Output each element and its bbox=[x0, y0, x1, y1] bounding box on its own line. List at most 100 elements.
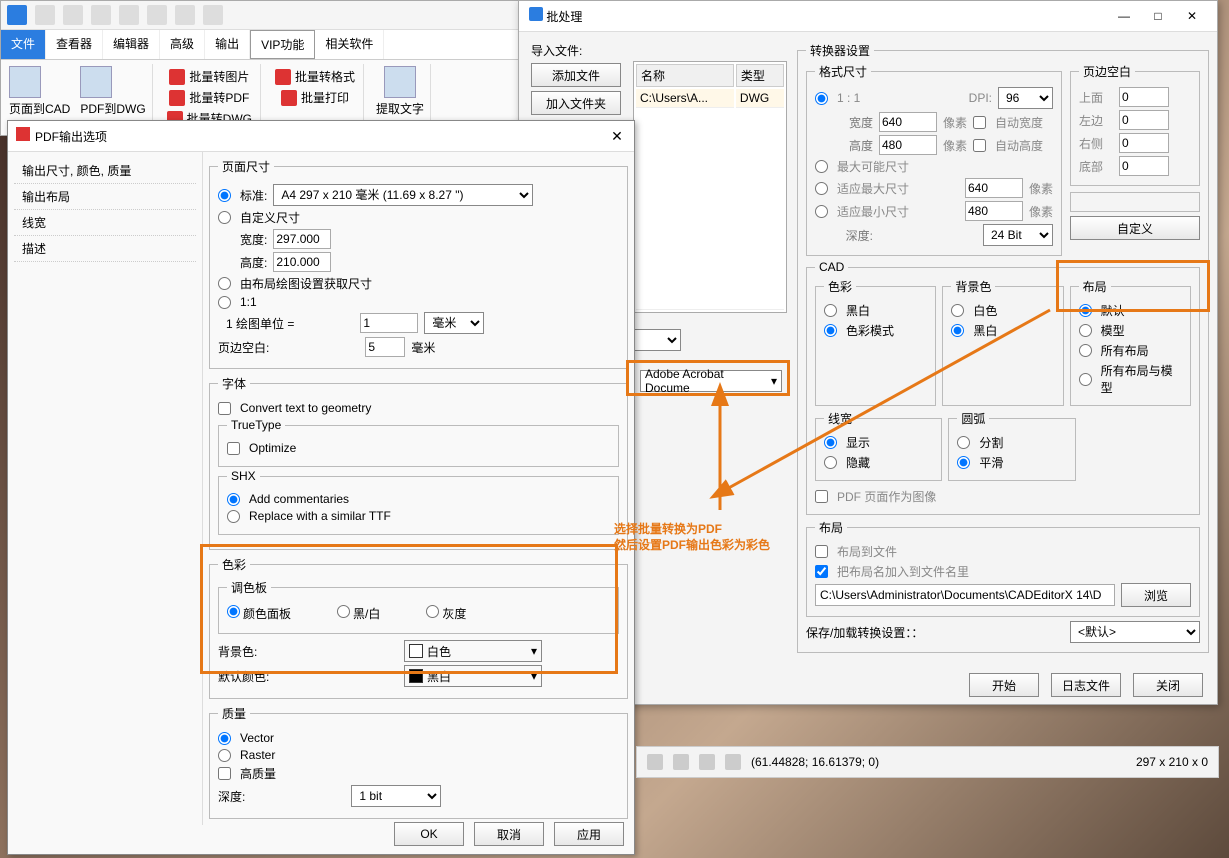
export-icon[interactable] bbox=[119, 5, 139, 25]
palette-color-radio[interactable] bbox=[227, 605, 240, 618]
undo-icon[interactable] bbox=[175, 5, 195, 25]
replace-ttf-radio[interactable] bbox=[227, 510, 240, 523]
maximize-button[interactable]: □ bbox=[1143, 9, 1173, 23]
cad-bw-radio[interactable] bbox=[824, 304, 837, 317]
print-icon[interactable] bbox=[147, 5, 167, 25]
ortho-icon[interactable] bbox=[699, 754, 715, 770]
bg-black-radio[interactable] bbox=[951, 324, 964, 337]
tab-related[interactable]: 相关软件 bbox=[315, 30, 384, 59]
new-icon[interactable] bbox=[35, 5, 55, 25]
batch-print[interactable]: 批量打印 bbox=[279, 87, 351, 108]
table-row[interactable]: C:\Users\A...DWG bbox=[636, 89, 784, 108]
start-button[interactable]: 开始 bbox=[969, 673, 1039, 697]
default-color-select[interactable]: 黑白▾ bbox=[404, 665, 542, 687]
save-icon[interactable] bbox=[91, 5, 111, 25]
nav-description[interactable]: 描述 bbox=[14, 236, 196, 262]
add-folder-button[interactable]: 加入文件夹 bbox=[531, 91, 621, 115]
draw-icon[interactable] bbox=[725, 754, 741, 770]
file-table[interactable]: 名称类型 C:\Users\A...DWG bbox=[633, 61, 787, 313]
minimize-button[interactable]: — bbox=[1109, 9, 1139, 23]
margin-input[interactable] bbox=[365, 337, 405, 357]
add-commentaries-radio[interactable] bbox=[227, 493, 240, 506]
tab-vip[interactable]: VIP功能 bbox=[250, 30, 315, 59]
hq-check[interactable] bbox=[218, 767, 231, 780]
cad-colormode-radio[interactable] bbox=[824, 324, 837, 337]
save-load-select[interactable]: <默认> bbox=[1070, 621, 1200, 643]
output-format-select[interactable]: Adobe Acrobat Docume▾ bbox=[640, 370, 782, 392]
log-button[interactable]: 日志文件 bbox=[1051, 673, 1121, 697]
batch-to-pdf[interactable]: 批量转PDF bbox=[167, 87, 251, 108]
add-file-button[interactable]: 添加文件 bbox=[531, 63, 621, 87]
optimize-check[interactable] bbox=[227, 442, 240, 455]
palette-gray-radio[interactable] bbox=[426, 605, 439, 618]
output-path-input[interactable] bbox=[815, 584, 1115, 606]
margin-right-input[interactable] bbox=[1119, 133, 1169, 153]
margin-bottom-input[interactable] bbox=[1119, 156, 1169, 176]
extract-text-icon[interactable] bbox=[384, 66, 416, 98]
tab-editor[interactable]: 编辑器 bbox=[103, 30, 160, 59]
tab-file[interactable]: 文件 bbox=[1, 30, 46, 59]
custom-radio[interactable] bbox=[218, 211, 231, 224]
from-layout-radio[interactable] bbox=[218, 277, 231, 290]
redo-icon[interactable] bbox=[203, 5, 223, 25]
close-button[interactable]: ✕ bbox=[1177, 9, 1207, 23]
arc-split-radio[interactable] bbox=[957, 436, 970, 449]
fit-max-radio[interactable] bbox=[815, 182, 828, 195]
layout-model-radio[interactable] bbox=[1079, 324, 1092, 337]
ratio-1-1[interactable] bbox=[815, 92, 828, 105]
fit-min-input[interactable] bbox=[965, 201, 1023, 221]
tab-output[interactable]: 输出 bbox=[205, 30, 250, 59]
auto-width-check[interactable] bbox=[973, 116, 986, 129]
vector-radio[interactable] bbox=[218, 732, 231, 745]
standard-radio[interactable] bbox=[218, 189, 231, 202]
page-width-input[interactable] bbox=[273, 229, 331, 249]
width-input[interactable] bbox=[879, 112, 937, 132]
layout-name-check[interactable] bbox=[815, 565, 828, 578]
lw-show-radio[interactable] bbox=[824, 436, 837, 449]
raster-radio[interactable] bbox=[218, 749, 231, 762]
tab-advanced[interactable]: 高级 bbox=[160, 30, 205, 59]
fit-max-input[interactable] bbox=[965, 178, 1023, 198]
col-type[interactable]: 类型 bbox=[736, 64, 784, 87]
nav-output-size[interactable]: 输出尺寸, 颜色, 质量 bbox=[14, 158, 196, 184]
pdf-as-image-check[interactable] bbox=[815, 490, 828, 503]
open-icon[interactable] bbox=[63, 5, 83, 25]
arc-smooth-radio[interactable] bbox=[957, 456, 970, 469]
max-possible-radio[interactable] bbox=[815, 160, 828, 173]
cancel-button[interactable]: 取消 bbox=[474, 822, 544, 846]
bg-color-select[interactable]: 白色▾ bbox=[404, 640, 542, 662]
quality-depth-select[interactable]: 1 bit bbox=[351, 785, 441, 807]
margin-left-input[interactable] bbox=[1119, 110, 1169, 130]
grid-icon[interactable] bbox=[673, 754, 689, 770]
lw-hide-radio[interactable] bbox=[824, 456, 837, 469]
fit-min-radio[interactable] bbox=[815, 205, 828, 218]
layout-all-radio[interactable] bbox=[1079, 344, 1092, 357]
unit-select[interactable]: 毫米 bbox=[424, 312, 484, 334]
zoom-icon[interactable] bbox=[647, 754, 663, 770]
margin-top-input[interactable] bbox=[1119, 87, 1169, 107]
batch-to-image[interactable]: 批量转图片 bbox=[167, 66, 251, 87]
layout-to-file-check[interactable] bbox=[815, 545, 828, 558]
dpi-select[interactable]: 96 bbox=[998, 87, 1053, 109]
batch-close-button[interactable]: 关闭 bbox=[1133, 673, 1203, 697]
page-height-input[interactable] bbox=[273, 252, 331, 272]
ok-button[interactable]: OK bbox=[394, 822, 464, 846]
pdf-to-dwg-icon[interactable] bbox=[80, 66, 112, 98]
col-name[interactable]: 名称 bbox=[636, 64, 734, 87]
nav-output-layout[interactable]: 输出布局 bbox=[14, 184, 196, 210]
layout-default-radio[interactable] bbox=[1079, 304, 1092, 317]
bg-white-radio[interactable] bbox=[951, 304, 964, 317]
auto-height-check[interactable] bbox=[973, 139, 986, 152]
apply-button[interactable]: 应用 bbox=[554, 822, 624, 846]
convert-text-check[interactable] bbox=[218, 402, 231, 415]
browse-button[interactable]: 浏览 bbox=[1121, 583, 1191, 607]
tab-viewer[interactable]: 查看器 bbox=[46, 30, 103, 59]
height-input[interactable] bbox=[879, 135, 937, 155]
depth-select[interactable]: 24 Bit bbox=[983, 224, 1053, 246]
palette-bw-radio[interactable] bbox=[337, 605, 350, 618]
layout-all-model-radio[interactable] bbox=[1079, 373, 1092, 386]
page-to-cad-icon[interactable] bbox=[9, 66, 41, 98]
one-to-one-radio[interactable] bbox=[218, 296, 231, 309]
batch-format[interactable]: 批量转格式 bbox=[273, 66, 357, 87]
unit-value-input[interactable] bbox=[360, 313, 418, 333]
